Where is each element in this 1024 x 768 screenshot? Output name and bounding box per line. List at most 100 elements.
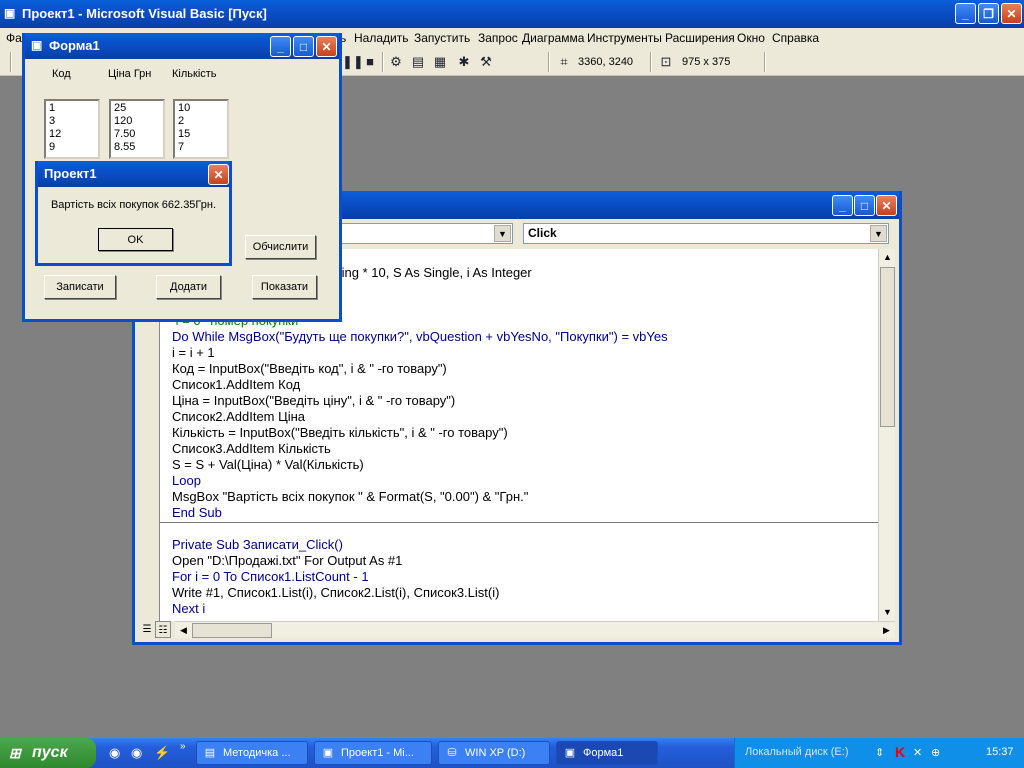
quick-launch-icon-3[interactable]: ⚡ [154,745,170,761]
tray-arrow-icon[interactable]: ⇕ [875,746,884,759]
menu-help[interactable]: Справка [772,31,819,45]
list-item[interactable]: 7 [178,141,224,154]
tray-icon-2[interactable]: ✕ [913,746,922,759]
code-line[interactable]: Ціна = InputBox("Введіть ціну", i & " -г… [172,393,455,409]
scroll-up-icon[interactable]: ▲ [879,249,896,266]
scroll-right-icon[interactable]: ▶ [878,622,895,639]
code-line[interactable]: Write #1, Список1.List(i), Список2.List(… [172,585,499,601]
task-label: Проект1 - Mi... [341,747,414,759]
ok-button[interactable]: OK [98,228,173,251]
list-quantity[interactable]: 10 2 15 7 [173,99,229,159]
main-window-title: Проект1 - Microsoft Visual Basic [Пуск] [22,6,267,21]
list-item[interactable]: 10 [178,102,224,115]
main-title-bar[interactable]: ▣ Проект1 - Microsoft Visual Basic [Пуск… [0,0,1024,28]
list-item[interactable]: 12 [49,128,95,141]
code-line[interactable]: Список2.AddItem Ціна [172,409,305,425]
stop-icon[interactable]: ■ [362,54,378,70]
vb-app-icon: ▣ [4,6,16,20]
properties-icon[interactable]: ▤ [410,54,426,70]
code-line[interactable]: Loop [172,473,201,489]
project-explorer-icon[interactable]: ⚙ [388,54,404,70]
object-browser-icon[interactable]: ✱ [456,54,472,70]
chevron-down-icon[interactable]: ▼ [494,225,511,242]
horizontal-scrollbar[interactable]: ◀ ▶ [175,621,895,638]
code-close-button[interactable]: ✕ [876,195,897,216]
list-item[interactable]: 1 [49,102,95,115]
menu-query[interactable]: Запрос [478,31,518,45]
calculate-button[interactable]: Обчислити [245,235,316,259]
code-minimize-button[interactable]: _ [832,195,853,216]
code-line[interactable]: S = S + Val(Ціна) * Val(Кількість) [172,457,364,473]
code-line[interactable]: i = i + 1 [172,345,215,361]
list-item[interactable]: 7.50 [114,128,160,141]
menu-window[interactable]: Окно [737,31,765,45]
code-line[interactable]: MsgBox "Вартість всіх покупок " & Format… [172,489,528,505]
scroll-down-icon[interactable]: ▼ [879,604,896,621]
object-combo[interactable]: ▼ [335,223,513,244]
pause-icon[interactable]: ❚❚ [342,54,364,70]
chevron-down-icon[interactable]: ▼ [870,225,887,242]
list-code[interactable]: 1 3 12 9 [44,99,100,159]
list-item[interactable]: 8.55 [114,141,160,154]
code-line[interactable]: Список3.AddItem Кількість [172,441,331,457]
scroll-left-icon[interactable]: ◀ [175,622,192,639]
code-line[interactable]: For i = 0 To Список1.ListCount - 1 [172,569,369,585]
close-button[interactable]: ✕ [1001,3,1022,24]
form-maximize-button[interactable]: □ [293,36,314,57]
procedure-view-icon[interactable]: ☰ [139,621,155,638]
form-minimize-button[interactable]: _ [270,36,291,57]
restore-icon: ❐ [983,6,994,21]
task-form1[interactable]: ▣ Форма1 [556,741,658,765]
toolbox-icon[interactable]: ⚒ [478,54,494,70]
system-tray: Локальный диск (E:) ⇕ K ✕ ⊕ 15:37 [734,738,1024,768]
menu-tools[interactable]: Инструменты [587,31,662,45]
form-close-button[interactable]: ✕ [316,36,337,57]
list-item[interactable]: 9 [49,141,95,154]
code-line[interactable]: Do While MsgBox("Будуть ще покупки?", vb… [172,329,668,345]
menu-debug[interactable]: Наладить [354,31,408,45]
minimize-button[interactable]: _ [955,3,976,24]
code-line[interactable]: End Sub [172,505,222,521]
menu-run[interactable]: Запустить [414,31,470,45]
list-price[interactable]: 25 120 7.50 8.55 [109,99,165,159]
start-button[interactable]: ⊞ пуск [0,738,96,768]
add-button[interactable]: Додати [156,275,221,299]
code-line[interactable]: Кількість = InputBox("Введіть кількість"… [172,425,508,441]
tray-icon-3[interactable]: ⊕ [931,746,940,759]
list-item[interactable]: 2 [178,115,224,128]
antivirus-icon[interactable]: K [895,744,905,760]
restore-button[interactable]: ❐ [978,3,999,24]
code-line[interactable]: Код = InputBox("Введіть код", i & " -го … [172,361,447,377]
quick-launch-icon-2[interactable]: ◉ [131,745,142,761]
task-methodichka[interactable]: ▤ Методичка ... [196,741,308,765]
menu-addins[interactable]: Расширения [665,31,735,45]
hscroll-thumb[interactable] [192,623,272,638]
code-line[interactable]: Next i [172,601,205,617]
msgbox-title-bar[interactable]: Проект1 ✕ [38,161,229,187]
position-icon: ⌗ [560,54,568,69]
menu-diagram[interactable]: Диаграмма [522,31,584,45]
code-line[interactable]: Private Sub Записати_Click() [172,537,343,553]
full-module-view-icon[interactable]: ☷ [155,621,171,638]
show-button[interactable]: Показати [252,275,317,299]
list-item[interactable]: 25 [114,102,160,115]
task-win-xp-drive[interactable]: ⛁ WIN XP (D:) [438,741,550,765]
procedure-combo[interactable]: Click ▼ [523,223,889,244]
quick-launch-expand-icon[interactable]: » [180,741,186,752]
list-item[interactable]: 15 [178,128,224,141]
code-maximize-button[interactable]: □ [854,195,875,216]
form-title-bar[interactable]: ▣ Форма1 _ □ ✕ [25,33,339,59]
close-icon: ✕ [321,39,332,54]
list-item[interactable]: 120 [114,115,160,128]
scroll-thumb[interactable] [880,267,895,427]
task-vb-project[interactable]: ▣ Проект1 - Mi... [314,741,432,765]
maximize-icon: □ [299,39,308,54]
code-line[interactable]: Open "D:\Продажі.txt" For Output As #1 [172,553,402,569]
vertical-scrollbar[interactable]: ▲ ▼ [878,249,895,621]
msgbox-close-button[interactable]: ✕ [208,164,229,185]
form-layout-icon[interactable]: ▦ [432,54,448,70]
write-button[interactable]: Записати [44,275,116,299]
quick-launch-icon-1[interactable]: ◉ [109,745,120,761]
code-line[interactable]: Список1.AddItem Код [172,377,300,393]
list-item[interactable]: 3 [49,115,95,128]
